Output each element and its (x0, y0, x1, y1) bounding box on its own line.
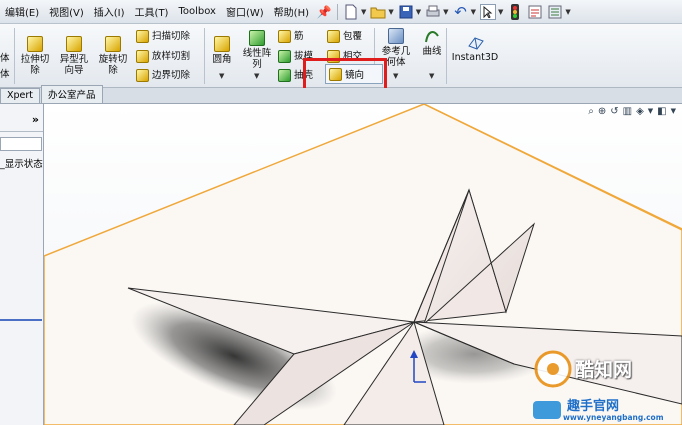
rib-icon (278, 30, 291, 43)
chevron-down-icon[interactable]: ▼ (648, 107, 653, 115)
feature-manager-panel: » _显示状态 (0, 104, 44, 425)
chevron-down-icon[interactable]: ▼ (254, 72, 259, 80)
truncated-label[interactable]: 体 (0, 67, 10, 83)
curves-icon (424, 28, 440, 44)
curves-label: 曲线 (422, 46, 442, 57)
watermark-site-name: 趣手官网 (567, 399, 620, 414)
hole-wizard-button[interactable]: 异型孔向导 (57, 36, 91, 76)
chevron-down-icon[interactable]: ▼ (471, 8, 476, 16)
zoom-to-fit-icon[interactable]: ⌕ (588, 106, 594, 117)
chevron-down-icon[interactable]: ▼ (393, 72, 398, 80)
print-icon[interactable] (425, 4, 441, 20)
select-cursor-icon[interactable] (479, 3, 496, 20)
sweep-cut-label: 扫描切除 (152, 30, 191, 42)
menu-insert[interactable]: 插入(I) (89, 4, 130, 19)
menu-bar: 编辑(E) 视图(V) 插入(I) 工具(T) Toolbox 窗口(W) 帮助… (0, 0, 682, 24)
instant3d-button[interactable]: Instant3D (450, 34, 500, 63)
menu-edit[interactable]: 编辑(E) (0, 4, 44, 19)
rib-label: 筋 (294, 30, 304, 42)
ribbon-separator (446, 28, 447, 84)
shell-icon (278, 69, 291, 82)
watermark-url: www.yneyangbang.com (563, 413, 664, 422)
open-folder-icon[interactable] (370, 4, 386, 20)
menu-toolbox[interactable]: Toolbox (173, 6, 221, 17)
chevron-down-icon[interactable]: ▼ (498, 8, 503, 16)
truncated-features: 体 体 (0, 51, 10, 83)
chevron-down-icon[interactable]: ▼ (443, 8, 448, 16)
view-orientation-icon[interactable]: ◈ (636, 106, 644, 117)
linear-pattern-label: 线性阵列 (242, 48, 272, 70)
chevron-down-icon[interactable]: ▼ (429, 72, 434, 80)
ribbon-separator (204, 28, 205, 84)
chevron-down-icon[interactable]: ▼ (219, 72, 224, 80)
heads-up-view-toolbar: ⌕ ⊕ ↺ ▥ ◈ ▼ ◧ ▼ (588, 104, 676, 118)
tab-xpert[interactable]: Xpert (0, 88, 41, 103)
panel-header: » (0, 104, 43, 132)
sweep-cut-icon (136, 30, 149, 43)
display-style-icon[interactable]: ◧ (657, 106, 666, 117)
chevron-down-icon[interactable]: ▼ (565, 8, 570, 16)
ribbon-separator (14, 28, 15, 84)
save-icon[interactable] (398, 4, 414, 20)
instant3d-icon (467, 34, 484, 50)
draft-icon (278, 50, 291, 63)
pin-icon[interactable]: 📌 (316, 4, 332, 20)
revolve-cut-label: 旋转切除 (98, 54, 128, 76)
revolve-cut-button[interactable]: 旋转切除 (96, 36, 130, 76)
solidworks-window: 编辑(E) 视图(V) 插入(I) 工具(T) Toolbox 窗口(W) 帮助… (0, 0, 682, 425)
traffic-light-icon[interactable] (507, 3, 523, 20)
zoom-area-icon[interactable]: ⊕ (598, 106, 606, 117)
new-document-icon[interactable] (343, 4, 359, 20)
file-properties-icon[interactable] (527, 4, 543, 20)
previous-view-icon[interactable]: ↺ (610, 106, 618, 117)
chevron-down-icon[interactable]: ▼ (361, 8, 366, 16)
chevron-down-icon[interactable]: ▼ (388, 8, 393, 16)
boundary-cut-label: 边界切除 (152, 69, 191, 81)
extrude-cut-icon (27, 36, 43, 52)
truncated-label[interactable]: 体 (0, 51, 10, 67)
tab-office-products[interactable]: 办公室产品 (41, 85, 103, 103)
loft-cut-label: 放样切割 (152, 50, 191, 62)
watermark: 酷知网 趣手官网 www.yneyangbang.com (505, 343, 682, 425)
hole-wizard-label: 异型孔向导 (59, 54, 89, 76)
boundary-cut-icon (136, 69, 149, 82)
watermark-brand: 酷知网 (575, 359, 633, 381)
loft-cut-button[interactable]: 放样切割 (136, 50, 190, 63)
sweep-cut-button[interactable]: 扫描切除 (136, 30, 190, 43)
extrude-cut-button[interactable]: 拉伸切除 (18, 36, 52, 76)
wrap-label: 包覆 (343, 30, 363, 42)
loft-cut-icon (136, 50, 149, 63)
wrap-icon (327, 30, 340, 43)
instant3d-label: Instant3D (451, 52, 499, 63)
extrude-cut-label: 拉伸切除 (20, 54, 50, 76)
command-manager-tabs: Xpert 办公室产品 (0, 85, 682, 104)
curves-button[interactable]: 曲线 (418, 28, 446, 57)
wrap-button[interactable]: 包覆 (327, 30, 362, 43)
undo-icon[interactable]: ↶ (453, 3, 469, 21)
fillet-button[interactable]: 圆角 (208, 36, 236, 65)
options-icon[interactable] (547, 4, 563, 20)
reference-geometry-icon (388, 28, 404, 44)
revolve-cut-icon (105, 36, 121, 52)
linear-pattern-button[interactable]: 线性阵列 (240, 30, 274, 70)
filter-input[interactable] (0, 137, 42, 151)
hole-wizard-icon (66, 36, 82, 52)
toolbar-separator (337, 3, 338, 20)
section-view-icon[interactable]: ▥ (623, 106, 632, 117)
linear-pattern-icon (249, 30, 265, 46)
menu-tools[interactable]: 工具(T) (130, 4, 174, 19)
chevron-down-icon[interactable]: ▼ (671, 107, 676, 115)
boundary-cut-button[interactable]: 边界切除 (136, 69, 190, 82)
fillet-icon (214, 36, 230, 52)
menu-help[interactable]: 帮助(H) (269, 4, 314, 19)
menu-view[interactable]: 视图(V) (44, 4, 89, 19)
fillet-label: 圆角 (212, 54, 232, 65)
display-state-label: _显示状态 (0, 159, 43, 170)
menu-window[interactable]: 窗口(W) (221, 4, 269, 19)
rib-button[interactable]: 筋 (278, 30, 304, 43)
panel-divider (0, 319, 42, 321)
collapse-panel-button[interactable]: » (32, 113, 39, 126)
chevron-down-icon[interactable]: ▼ (416, 8, 421, 16)
